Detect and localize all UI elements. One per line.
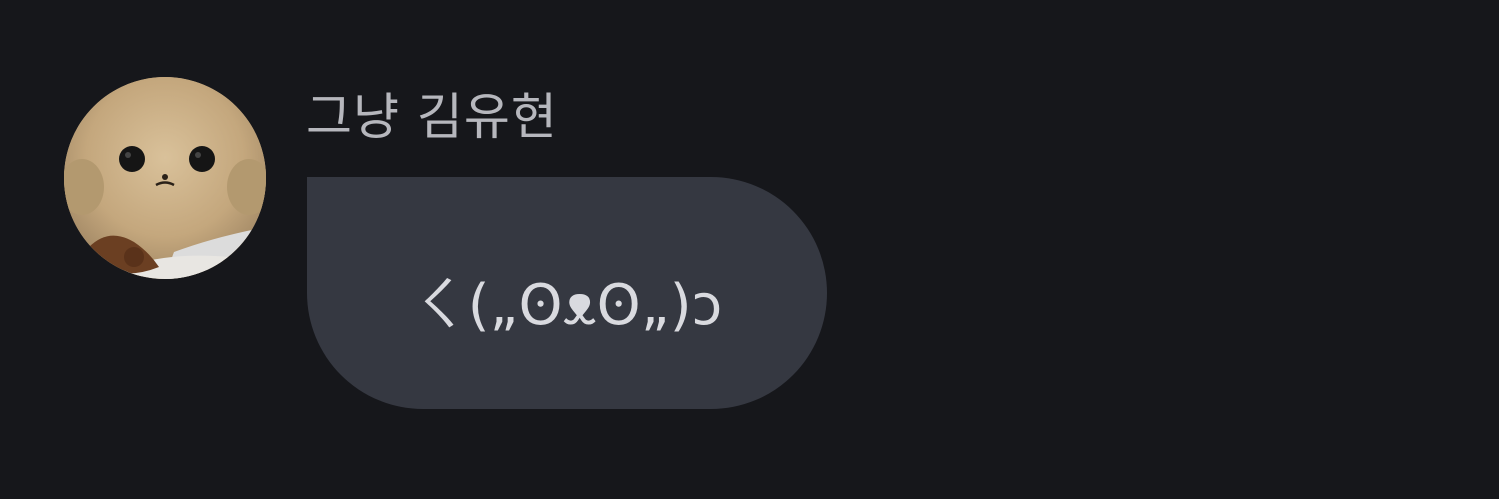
sender-name[interactable]: 그냥 김유현 (306, 82, 558, 152)
user-avatar[interactable] (64, 77, 266, 279)
message-text: ㄑ(„ʘᴥʘ„)ɔ (411, 272, 723, 338)
chat-message-row: 그냥 김유현 ㄑ(„ʘᴥʘ„)ɔ (0, 0, 1499, 499)
plush-toy-avatar-icon (64, 77, 266, 279)
message-bubble[interactable]: ㄑ(„ʘᴥʘ„)ɔ (307, 177, 827, 409)
